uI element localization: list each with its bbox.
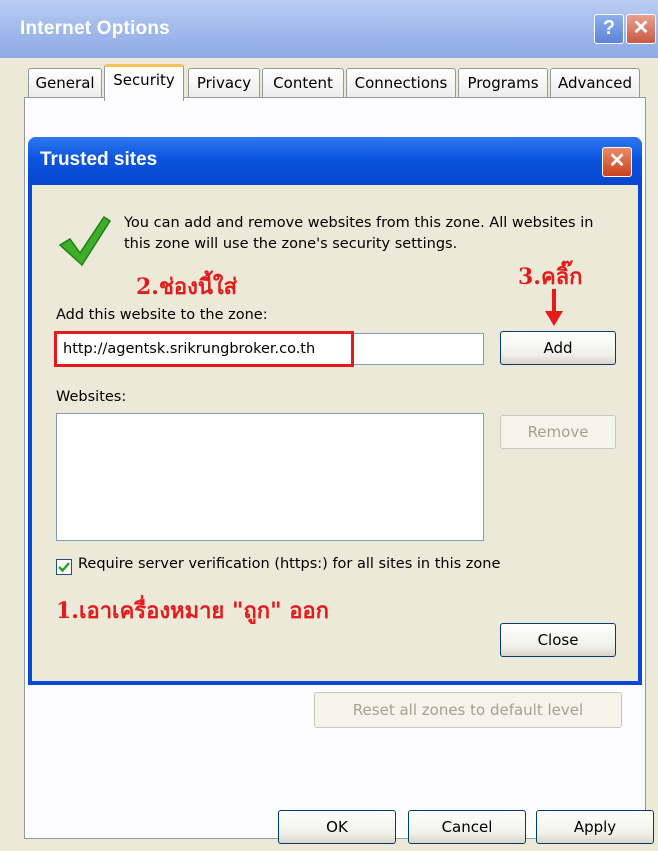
cancel-button[interactable]: Cancel <box>408 810 526 844</box>
tab-security[interactable]: Security <box>104 64 184 101</box>
websites-list[interactable] <box>56 413 484 541</box>
window-title-bar[interactable]: Internet Options ? ✕ <box>0 0 658 58</box>
annotation-step1: 1.เอาเครื่องหมาย "ถูก" ออก <box>56 598 329 624</box>
ok-button[interactable]: OK <box>278 810 396 844</box>
checkmark-icon <box>58 215 112 267</box>
check-icon <box>58 562 70 573</box>
dialog-title: Trusted sites <box>40 149 158 170</box>
annotation-step2: 2.ช่องนี้ใส่ <box>136 274 238 300</box>
remove-button[interactable]: Remove <box>500 415 616 449</box>
trusted-sites-dialog: Trusted sites ✕ You can add and remove w… <box>28 137 642 685</box>
add-button[interactable]: Add <box>500 331 616 365</box>
add-website-label: Add this website to the zone: <box>56 307 268 323</box>
tab-content[interactable]: Content <box>262 68 344 97</box>
window-close-button[interactable]: ✕ <box>626 14 656 44</box>
dialog-body: You can add and remove websites from thi… <box>32 185 638 681</box>
highlight-box <box>54 331 354 367</box>
tab-advanced[interactable]: Advanced <box>550 68 640 97</box>
arrow-down-icon <box>545 289 563 326</box>
tab-connections[interactable]: Connections <box>346 68 456 97</box>
tab-privacy[interactable]: Privacy <box>188 68 260 97</box>
close-button[interactable]: Close <box>500 623 616 657</box>
tab-general[interactable]: General <box>28 68 102 97</box>
websites-label: Websites: <box>56 389 127 405</box>
tab-programs[interactable]: Programs <box>458 68 548 97</box>
apply-button[interactable]: Apply <box>536 810 654 844</box>
dialog-close-button[interactable]: ✕ <box>602 147 632 177</box>
reset-all-zones-button[interactable]: Reset all zones to default level <box>314 692 622 728</box>
require-https-label[interactable]: Require server verification (https:) for… <box>78 556 500 572</box>
dialog-title-bar[interactable]: Trusted sites ✕ <box>28 137 642 185</box>
require-https-checkbox[interactable] <box>56 559 72 575</box>
zone-info-text: You can add and remove websites from thi… <box>124 215 594 252</box>
window-title: Internet Options <box>20 18 170 39</box>
help-button[interactable]: ? <box>594 14 624 44</box>
